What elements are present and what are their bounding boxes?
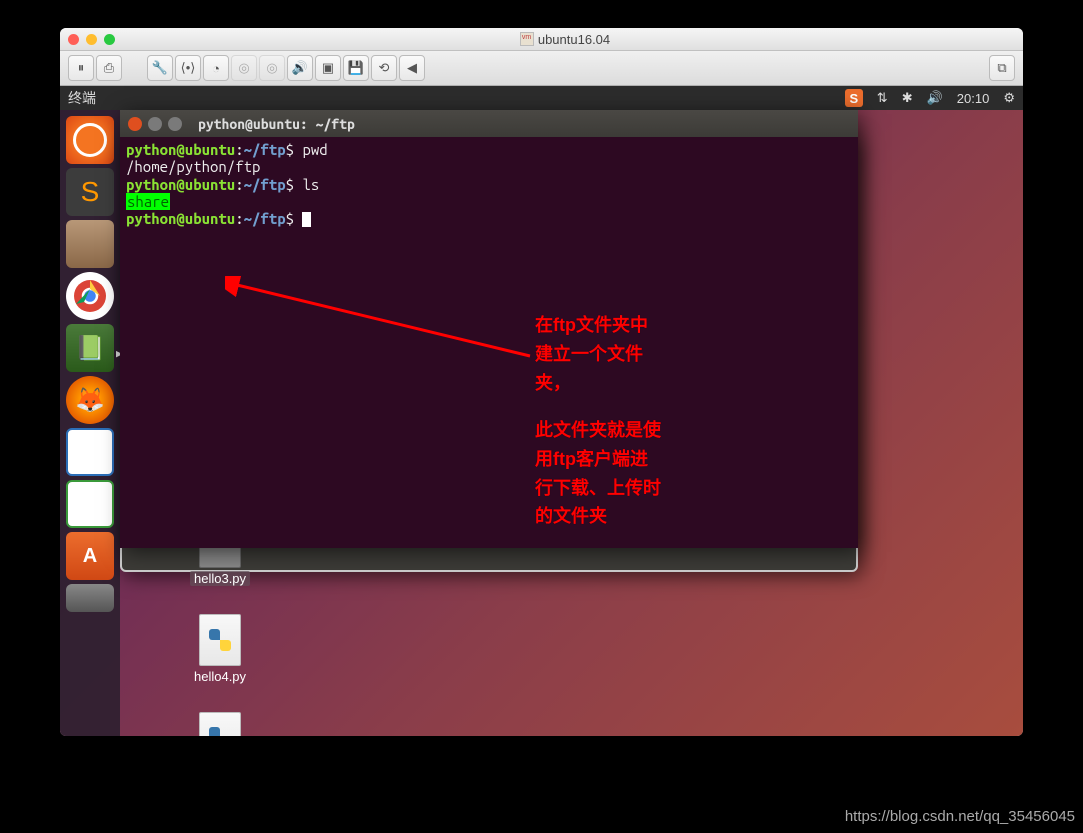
active-app-name: 终端	[68, 88, 845, 108]
ime-indicator[interactable]: S	[845, 89, 863, 107]
watermark: https://blog.csdn.net/qq_35456045	[845, 808, 1075, 825]
bluetooth-icon[interactable]: ✱	[902, 90, 913, 106]
disk-icon[interactable]: ◔	[203, 55, 229, 81]
desktop-icons: hello3.py hello4.py	[190, 516, 250, 736]
ubuntu-desktop[interactable]: 终端 S ⇅ ✱ 🔊 20:10 ⚙ ▶ >_ S	[60, 86, 1023, 736]
cursor	[302, 212, 311, 227]
back-icon[interactable]: ◀	[399, 55, 425, 81]
terminal-title: python@ubuntu: ~/ftp	[198, 116, 355, 132]
launcher-books[interactable]: 📗	[66, 324, 114, 372]
volume-icon[interactable]: 🔊	[927, 90, 943, 106]
window-title: ubuntu16.04	[115, 32, 1015, 47]
vm-toolbar: ⏸ ⎙ 🔧 ⟨•⟩ ◔ ◎ ◎ 🔊 ▣ 💾 ⟲ ◀ ⧉	[60, 51, 1023, 86]
annotation-text-2: 此文件夹就是使 用ftp客户端进 行下载、上传时 的文件夹	[535, 416, 661, 531]
device-icon[interactable]: ⟲	[371, 55, 397, 81]
vm-screen: 终端 S ⇅ ✱ 🔊 20:10 ⚙ ▶ >_ S	[60, 86, 1023, 736]
launcher-workspace[interactable]	[66, 584, 114, 612]
settings-icon[interactable]: 🔧	[147, 55, 173, 81]
python-file-icon	[209, 629, 231, 651]
launcher-writer[interactable]	[66, 428, 114, 476]
sound-icon[interactable]: 🔊	[287, 55, 313, 81]
terminal-minimize-button[interactable]	[148, 117, 162, 131]
cd-icon[interactable]: ◎	[231, 55, 257, 81]
ubuntu-topbar: 终端 S ⇅ ✱ 🔊 20:10 ⚙	[60, 86, 1023, 110]
python-file-icon	[209, 727, 231, 736]
mac-titlebar[interactable]: ubuntu16.04	[60, 28, 1023, 51]
terminal-output[interactable]: python@ubuntu:~/ftp$ pwd /home/python/ft…	[120, 137, 858, 231]
terminal-maximize-button[interactable]	[168, 117, 182, 131]
terminal-window[interactable]: python@ubuntu: ~/ftp python@ubuntu:~/ftp…	[120, 110, 858, 548]
vm-icon	[520, 32, 534, 46]
maximize-button[interactable]	[104, 34, 115, 45]
desktop-file[interactable]: hello4.py	[190, 614, 250, 684]
launcher-calc[interactable]	[66, 480, 114, 528]
launcher-software[interactable]	[66, 532, 114, 580]
minimize-button[interactable]	[86, 34, 97, 45]
network-updown-icon[interactable]: ⇅	[877, 90, 888, 106]
annotation-text-1: 在ftp文件夹中 建立一个文件 夹，	[535, 311, 648, 397]
terminal-close-button[interactable]	[128, 117, 142, 131]
launcher-sublime[interactable]: S	[66, 168, 114, 216]
close-button[interactable]	[68, 34, 79, 45]
network-icon[interactable]: ⟨•⟩	[175, 55, 201, 81]
fullscreen-button[interactable]: ⧉	[989, 55, 1015, 81]
dash-button[interactable]	[66, 116, 114, 164]
window-title-text: ubuntu16.04	[538, 32, 610, 47]
unity-launcher: ▶ >_ S 📗 🦊	[60, 110, 120, 736]
desktop-file[interactable]	[190, 712, 250, 736]
launcher-files[interactable]	[66, 220, 114, 268]
window-controls	[68, 34, 115, 45]
terminal-titlebar[interactable]: python@ubuntu: ~/ftp	[120, 110, 858, 137]
file-label: hello4.py	[194, 669, 246, 684]
file-label: hello3.py	[190, 571, 250, 586]
snapshot-button[interactable]: ⎙	[96, 55, 122, 81]
launcher-firefox[interactable]: 🦊	[66, 376, 114, 424]
vm-window: ubuntu16.04 ⏸ ⎙ 🔧 ⟨•⟩ ◔ ◎ ◎ 🔊 ▣ 💾 ⟲ ◀ ⧉ …	[60, 28, 1023, 736]
clock[interactable]: 20:10	[957, 91, 990, 106]
gear-icon[interactable]: ⚙	[1003, 90, 1015, 106]
floppy-icon[interactable]: 💾	[343, 55, 369, 81]
cd2-icon[interactable]: ◎	[259, 55, 285, 81]
display-icon[interactable]: ▣	[315, 55, 341, 81]
pause-button[interactable]: ⏸	[68, 55, 94, 81]
launcher-chrome[interactable]	[66, 272, 114, 320]
